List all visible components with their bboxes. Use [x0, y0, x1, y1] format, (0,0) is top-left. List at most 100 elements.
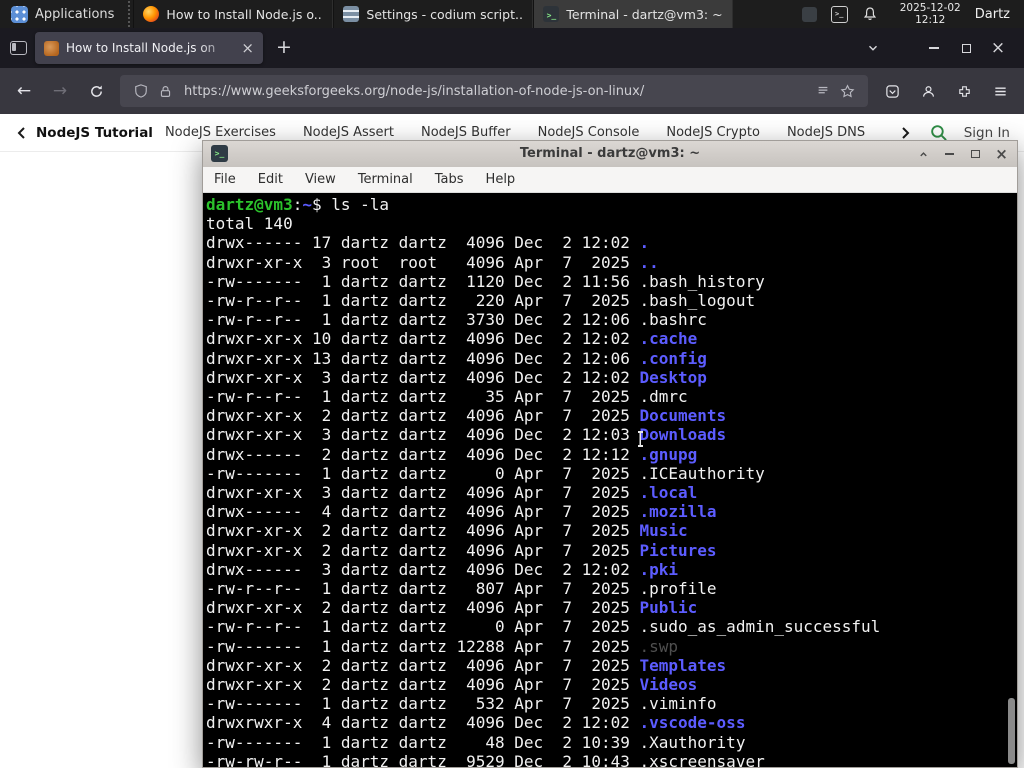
terminal-text: -rw------- 1 dartz dartz 1120 Dec 2 11:5… — [206, 271, 640, 291]
terminal-text: .ICEauthority — [639, 463, 765, 483]
terminal-app-icon: >_ — [211, 145, 228, 162]
site-nav-link[interactable]: NodeJS Exercises — [165, 125, 276, 140]
terminal-window: >_ Terminal - dartz@vm3: ~ × File Edit Vie… — [202, 140, 1018, 768]
terminal-window-controls: × — [915, 141, 1010, 167]
reader-mode-icon[interactable] — [811, 84, 835, 98]
shield-icon[interactable] — [129, 84, 153, 98]
url-bar[interactable]: https://www.geeksforgeeks.org/node-js/in… — [120, 75, 868, 107]
terminal-output: dartz@vm3:~$ ls -la total 140 drwx------ 1… — [203, 193, 1017, 767]
tab-list-chevron-icon[interactable] — [866, 41, 880, 55]
terminal-line: drwxr-xr-x 2 dartz dartz 4096 Apr 7 2025… — [206, 598, 1017, 617]
terminal-menubar: File Edit View Terminal Tabs Help — [203, 167, 1017, 193]
extensions-icon[interactable] — [947, 75, 981, 107]
notification-bell-icon[interactable] — [862, 6, 878, 22]
terminal-close-button[interactable]: × — [993, 145, 1010, 163]
terminal-text: -rw-rw-r-- 1 dartz dartz 9529 Dec 2 10:4… — [206, 751, 640, 767]
window-minimize-button[interactable] — [918, 34, 950, 62]
site-nav-link[interactable]: NodeJS Console — [538, 125, 640, 140]
scrollbar-thumb[interactable] — [1008, 698, 1015, 764]
terminal-line: -rw-rw-r-- 1 dartz dartz 9529 Dec 2 10:4… — [206, 752, 1017, 767]
site-nav-link[interactable]: NodeJS Crypto — [666, 125, 760, 140]
terminal-menu-terminal[interactable]: Terminal — [358, 172, 413, 187]
terminal-text: .mozilla — [639, 502, 717, 522]
tray-app-icon[interactable] — [801, 6, 817, 22]
taskbar-window-label: Settings - codium script... — [366, 6, 524, 22]
terminal-shade-icon[interactable] — [915, 146, 932, 163]
terminal-line: total 140 — [206, 214, 1017, 233]
taskbar-window-button[interactable]: How to Install Node.js o... — [133, 0, 334, 28]
applications-icon — [11, 5, 28, 23]
terminal-text: .local — [639, 483, 698, 503]
terminal-text: .config — [639, 348, 707, 368]
system-tray: >_ — [790, 0, 890, 28]
terminal-text: drwx------ 3 dartz dartz 4096 Dec 2 12:0… — [206, 559, 640, 579]
site-nav-link[interactable]: NodeJS DNS — [787, 125, 865, 140]
terminal-maximize-button[interactable] — [967, 146, 984, 163]
terminal-text: drwxrwxr-x 4 dartz dartz 4096 Dec 2 12:0… — [206, 713, 640, 733]
terminal-text: Desktop — [639, 367, 707, 387]
terminal-text: total 140 — [206, 214, 293, 234]
mouse-cursor — [636, 431, 645, 447]
window-close-button[interactable]: × — [982, 34, 1014, 62]
terminal-text: .sudo_as_admin_successful — [639, 617, 881, 637]
terminal-text: ~ — [302, 195, 312, 214]
site-nav-link[interactable]: NodeJS Assert — [303, 125, 394, 140]
sign-in-button[interactable]: Sign In — [964, 125, 1010, 141]
tray-terminal-icon[interactable]: >_ — [830, 5, 848, 23]
terminal-text: .vscode-oss — [639, 713, 746, 733]
terminal-minimize-button[interactable] — [941, 146, 958, 163]
terminal-text: drwxr-xr-x 2 dartz dartz 4096 Apr 7 2025 — [206, 598, 640, 618]
terminal-text: Pictures — [639, 540, 717, 560]
new-tab-button[interactable]: + — [270, 34, 298, 62]
taskbar-window-button[interactable]: Settings - codium script... — [333, 0, 534, 28]
terminal-text: drwxr-xr-x 3 dartz dartz 4096 Dec 2 12:0… — [206, 367, 640, 387]
terminal-text: Music — [639, 521, 688, 541]
terminal-text: .bash_logout — [639, 291, 756, 311]
bookmark-star-icon[interactable] — [835, 83, 859, 99]
terminal-menu-edit[interactable]: Edit — [258, 172, 283, 187]
terminal-line: -rw------- 1 dartz dartz 0 Apr 7 2025 .I… — [206, 464, 1017, 483]
terminal-screen[interactable]: dartz@vm3:~$ ls -la total 140 drwx------ 1… — [203, 193, 1017, 767]
firefox-view-icon[interactable] — [10, 41, 27, 55]
terminal-menu-tabs[interactable]: Tabs — [435, 172, 464, 187]
terminal-line: dartz@vm3:~$ ls -la — [206, 195, 1017, 214]
terminal-menu-file[interactable]: File — [214, 172, 236, 187]
terminal-text: .pki — [639, 559, 679, 579]
terminal-line: drwx------ 2 dartz dartz 4096 Dec 2 12:1… — [206, 445, 1017, 464]
tab-close-icon[interactable]: × — [241, 40, 254, 56]
window-controls: × — [918, 34, 1014, 62]
window-maximize-button[interactable] — [950, 34, 982, 62]
terminal-line: -rw-r--r-- 1 dartz dartz 3730 Dec 2 12:0… — [206, 310, 1017, 329]
terminal-line: drwxr-xr-x 2 dartz dartz 4096 Apr 7 2025… — [206, 656, 1017, 675]
terminal-line: -rw------- 1 dartz dartz 48 Dec 2 10:39 … — [206, 733, 1017, 752]
forward-button[interactable]: → — [43, 75, 77, 107]
clock-time: 12:12 — [915, 14, 946, 26]
clock-date: 2025-12-02 — [899, 1, 961, 14]
site-nav-active-item[interactable]: NodeJS Tutorial — [36, 125, 153, 141]
account-icon[interactable] — [911, 75, 945, 107]
applications-menu-button[interactable]: Applications — [0, 0, 125, 28]
terminal-text: .gnupg — [639, 444, 698, 464]
terminal-menu-view[interactable]: View — [305, 172, 336, 187]
terminal-text: -rw-r--r-- 1 dartz dartz 807 Apr 7 2025 — [206, 579, 640, 599]
reload-button[interactable] — [79, 75, 113, 107]
pocket-icon[interactable] — [875, 75, 909, 107]
site-nav-link[interactable]: NodeJS Buffer — [421, 125, 511, 140]
terminal-scrollbar[interactable] — [1006, 193, 1016, 767]
terminal-line: drwxr-xr-x 2 dartz dartz 4096 Apr 7 2025… — [206, 541, 1017, 560]
panel-clock[interactable]: 2025-12-02 12:12 — [890, 0, 971, 28]
terminal-line: -rw------- 1 dartz dartz 532 Apr 7 2025 … — [206, 694, 1017, 713]
menu-hamburger-icon[interactable] — [983, 75, 1017, 107]
terminal-titlebar[interactable]: >_ Terminal - dartz@vm3: ~ × — [203, 141, 1017, 167]
terminal-menu-help[interactable]: Help — [486, 172, 516, 187]
chevron-right-icon[interactable] — [897, 125, 913, 141]
browser-tab[interactable]: How to Install Node.js on × — [35, 32, 263, 64]
back-button[interactable]: ← — [7, 75, 41, 107]
taskbar-window-button[interactable]: Terminal - dartz@vm3: ~ — [533, 0, 734, 28]
terminal-line: drwxr-xr-x 2 dartz dartz 4096 Apr 7 2025… — [206, 675, 1017, 694]
terminal-text: Documents — [639, 406, 727, 426]
terminal-text: Downloads — [639, 425, 727, 445]
terminal-line: -rw-r--r-- 1 dartz dartz 35 Apr 7 2025 .… — [206, 387, 1017, 406]
lock-icon[interactable] — [153, 85, 177, 98]
chevron-left-icon[interactable] — [14, 125, 30, 141]
